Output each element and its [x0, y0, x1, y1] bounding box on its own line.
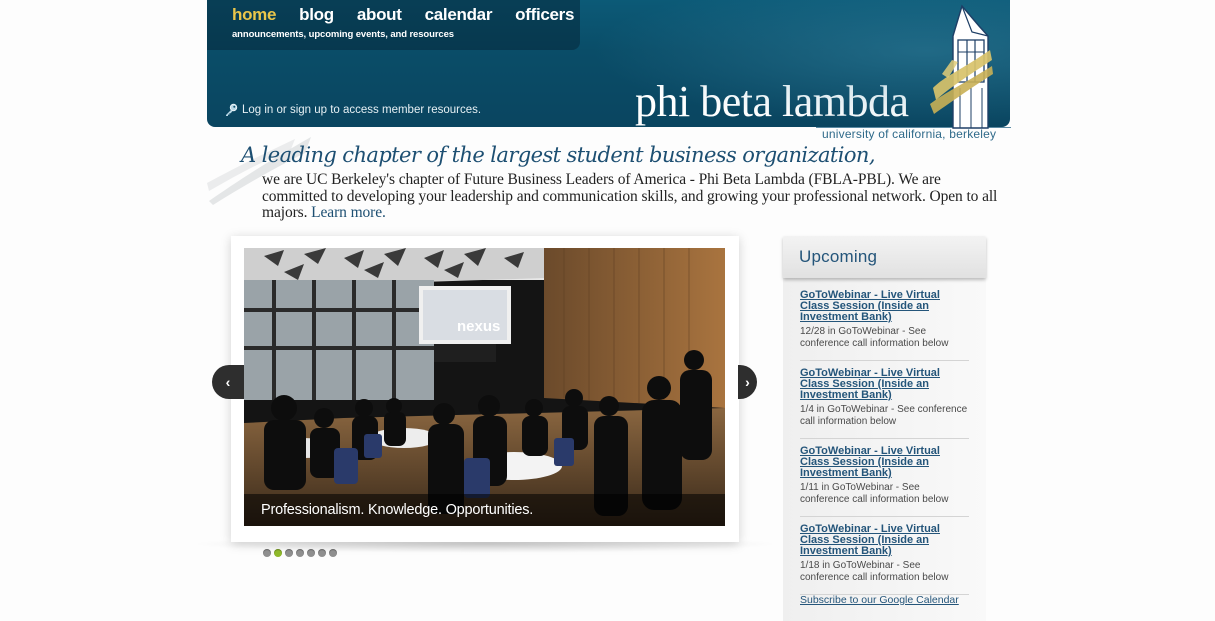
key-icon — [224, 103, 238, 117]
upcoming-title: Upcoming — [799, 247, 878, 266]
campanile-logo-icon — [930, 4, 993, 129]
chevron-right-icon: › — [745, 374, 750, 390]
event-item: GoToWebinar - Live Virtual Class Session… — [800, 446, 969, 517]
slider-dot[interactable] — [329, 549, 337, 557]
intro-tagline: A leading chapter of the largest student… — [241, 143, 876, 167]
nav-home[interactable]: home — [232, 5, 276, 25]
slider-dot[interactable] — [263, 549, 271, 557]
nav-calendar[interactable]: calendar — [425, 5, 493, 25]
slide-caption: Professionalism. Knowledge. Opportunitie… — [261, 502, 534, 518]
nav-blog[interactable]: blog — [299, 5, 334, 25]
slider-dot-active[interactable] — [274, 549, 282, 557]
chevron-left-icon: ‹ — [225, 374, 231, 390]
event-item: GoToWebinar - Live Virtual Class Session… — [800, 368, 969, 439]
event-title-link[interactable]: GoToWebinar - Live Virtual Class Session… — [800, 368, 969, 401]
slider-pagination — [263, 549, 337, 557]
screen-text: nexus — [457, 318, 500, 335]
nav-box: home blog about calendar officers announ… — [207, 0, 580, 50]
slider-dot[interactable] — [285, 549, 293, 557]
login-link[interactable]: Log in or sign up to access member resou… — [224, 103, 481, 117]
nav-subtitle: announcements, upcoming events, and reso… — [232, 29, 454, 40]
intro-paragraph: we are UC Berkeley's chapter of Future B… — [262, 171, 1002, 222]
event-title-link[interactable]: GoToWebinar - Live Virtual Class Session… — [800, 524, 969, 557]
slide-image[interactable]: nexus Professionalism. Knowledge. Opport… — [244, 248, 725, 526]
event-meta: 1/11 in GoToWebinar - See conference cal… — [800, 482, 949, 505]
slider-next-button[interactable]: › — [738, 365, 757, 399]
upcoming-header: Upcoming — [783, 236, 986, 278]
event-item: GoToWebinar - Live Virtual Class Session… — [800, 524, 969, 595]
learn-more-link[interactable]: Learn more. — [311, 204, 386, 221]
nav-about[interactable]: about — [357, 5, 402, 25]
event-photo: nexus — [244, 248, 725, 526]
login-text: Log in or sign up to access member resou… — [242, 104, 482, 116]
slider-dot[interactable] — [296, 549, 304, 557]
nav-officers[interactable]: officers — [515, 5, 574, 25]
slider-prev-button[interactable]: ‹ — [212, 365, 244, 399]
event-meta: 1/18 in GoToWebinar - See conference cal… — [800, 560, 949, 583]
slider-dot[interactable] — [307, 549, 315, 557]
event-title-link[interactable]: GoToWebinar - Live Virtual Class Session… — [800, 290, 969, 323]
slider-dot[interactable] — [318, 549, 326, 557]
subscribe-calendar-link[interactable]: Subscribe to our Google Calendar — [800, 594, 959, 606]
event-list: GoToWebinar - Live Virtual Class Session… — [800, 290, 969, 602]
event-title-link[interactable]: GoToWebinar - Live Virtual Class Session… — [800, 446, 969, 479]
main-nav: home blog about calendar officers — [232, 5, 597, 25]
event-meta: 12/28 in GoToWebinar - See conference ca… — [800, 326, 949, 349]
event-item: GoToWebinar - Live Virtual Class Session… — [800, 290, 969, 361]
event-meta: 1/4 in GoToWebinar - See conference call… — [800, 404, 968, 427]
